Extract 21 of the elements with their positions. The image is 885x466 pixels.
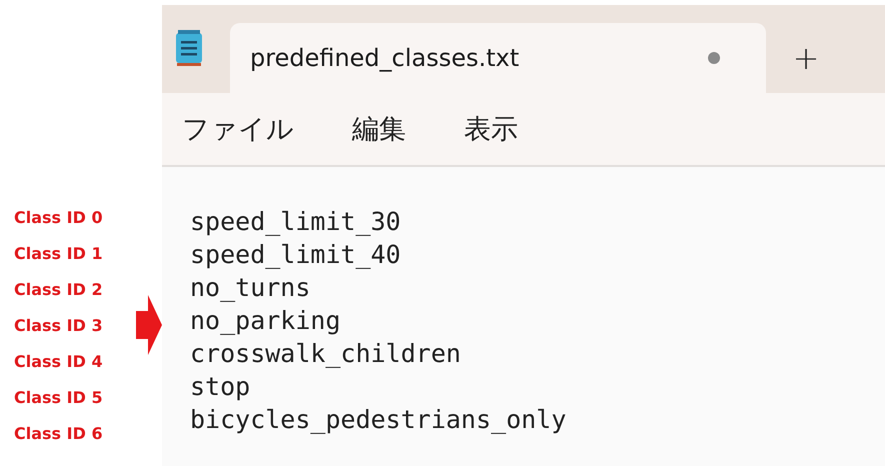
tab-title: predefined_classes.txt: [250, 44, 520, 72]
class-id-label: Class ID 6: [13, 424, 103, 442]
class-id-label: Class ID 0: [13, 208, 103, 226]
text-line: stop: [190, 371, 252, 403]
text-line: bicycles_pedestrians_only: [190, 404, 568, 436]
class-id-label: Class ID 3: [13, 316, 103, 334]
notepad-icon: [174, 29, 204, 67]
class-id-label: Class ID 1: [13, 244, 103, 262]
text-line: speed_limit_30: [190, 206, 402, 238]
text-line: speed_limit_40: [190, 239, 402, 271]
class-id-label: Class ID 4: [13, 352, 103, 370]
file-tab[interactable]: predefined_classes.txt: [230, 23, 766, 93]
menu-item[interactable]: 編集: [352, 111, 406, 147]
new-tab-button[interactable]: +: [766, 23, 846, 93]
menu-item[interactable]: 表示: [464, 111, 518, 147]
text-line: no_turns: [190, 272, 312, 304]
menu-item[interactable]: ファイル: [182, 111, 294, 147]
text-line: crosswalk_children: [190, 338, 462, 370]
class-id-label: Class ID 2: [13, 280, 103, 298]
text-line: no_parking: [190, 305, 342, 337]
class-id-label: Class ID 5: [13, 388, 103, 406]
